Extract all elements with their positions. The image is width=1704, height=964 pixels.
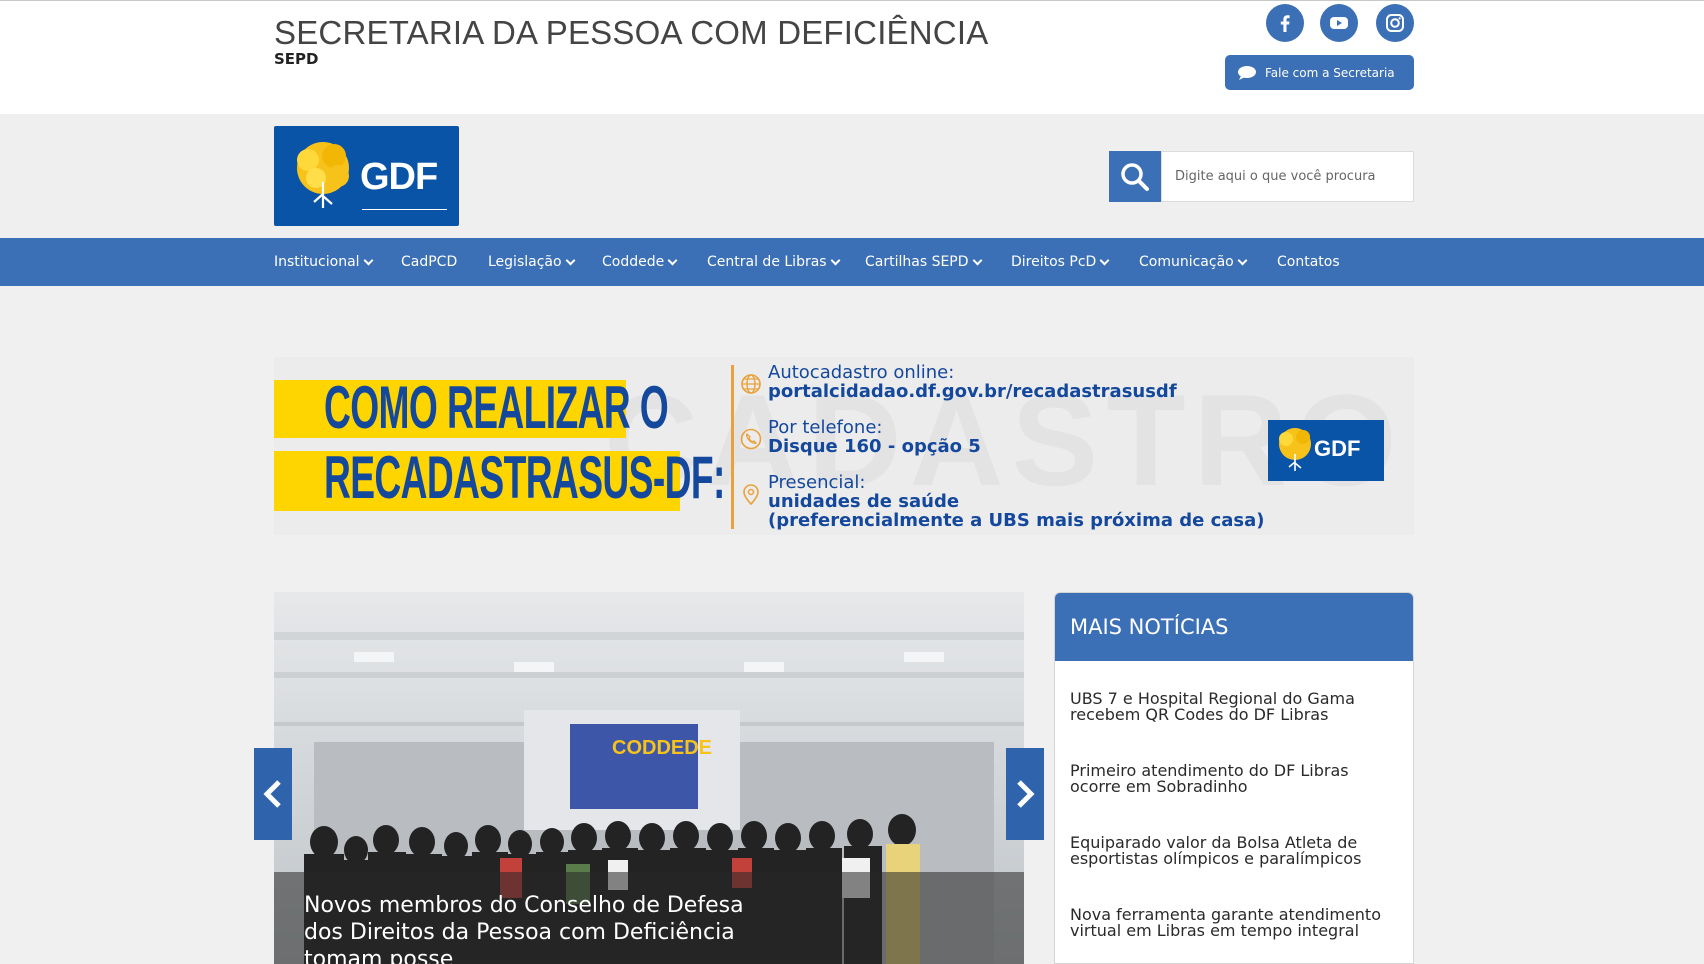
banner-gdf-text: GDF xyxy=(1314,436,1361,461)
nav-item-cartilhas-sepd[interactable]: Cartilhas SEPD xyxy=(865,238,982,286)
chat-bubble-icon xyxy=(1238,65,1256,80)
more-news-header: MAIS NOTÍCIAS xyxy=(1055,593,1413,661)
nav-label: Cartilhas SEPD xyxy=(865,254,969,270)
nav-label: Comunicação xyxy=(1139,254,1234,270)
chevron-down-icon xyxy=(1237,255,1248,265)
presencial-note: (preferencialmente a UBS mais próxima de… xyxy=(768,510,1265,531)
globe-icon xyxy=(741,374,761,394)
phone-value: Disque 160 - opção 5 xyxy=(768,436,981,457)
gdf-logo[interactable]: GDF xyxy=(274,126,459,226)
ipe-tree-icon xyxy=(1279,428,1311,471)
youtube-icon xyxy=(1330,17,1348,29)
logo-underline xyxy=(362,209,447,210)
search-icon xyxy=(1121,162,1149,191)
more-news-panel: MAIS NOTÍCIAS UBS 7 e Hospital Regional … xyxy=(1054,592,1414,964)
nav-label: Central de Libras xyxy=(707,254,827,270)
news-item[interactable]: Equiparado valor da Bolsa Atleta de espo… xyxy=(1070,835,1400,867)
logo-band xyxy=(0,114,1704,238)
chevron-down-icon xyxy=(565,255,576,265)
site-subtitle: SEPD xyxy=(274,50,319,68)
chevron-left-icon xyxy=(263,780,281,808)
chevron-down-icon xyxy=(972,255,982,265)
screen-text: CODDEDE xyxy=(612,737,712,759)
news-item[interactable]: UBS 7 e Hospital Regional do Gama recebe… xyxy=(1070,691,1400,723)
banner-headline-line1: COMO REALIZAR O xyxy=(324,374,669,441)
presencial-label: Presencial: xyxy=(768,472,866,493)
nav-item-legislacao[interactable]: Legislação xyxy=(488,238,576,286)
slider-next-button[interactable] xyxy=(1006,748,1044,840)
location-pin-icon xyxy=(743,484,759,505)
online-value: portalcidadao.df.gov.br/recadastrasusdf xyxy=(768,381,1177,402)
instagram-link[interactable] xyxy=(1376,4,1414,42)
gdf-logo-text: GDF xyxy=(360,156,438,198)
nav-item-central-de-libras[interactable]: Central de Libras xyxy=(707,238,841,286)
nav-label: Institucional xyxy=(274,254,360,270)
phone-label: Por telefone: xyxy=(768,417,883,438)
youtube-link[interactable] xyxy=(1320,4,1358,42)
chevron-down-icon xyxy=(667,255,678,265)
phone-icon xyxy=(740,428,762,450)
news-item[interactable]: Primeiro atendimento do DF Libras ocorre… xyxy=(1070,763,1400,795)
site-title[interactable]: SECRETARIA DA PESSOA COM DEFICIÊNCIA xyxy=(274,14,988,52)
slider-caption[interactable]: Novos membros do Conselho de Defesa dos … xyxy=(304,892,784,964)
chevron-down-icon xyxy=(830,255,841,265)
banner-gdf-logo: GDF xyxy=(1268,420,1384,481)
instagram-icon xyxy=(1386,14,1404,32)
banner-headline-line2: RECADASTRASUS-DF: xyxy=(324,444,725,511)
search-input[interactable] xyxy=(1161,151,1414,202)
online-label: Autocadastro online: xyxy=(768,362,955,383)
slider-prev-button[interactable] xyxy=(254,748,292,840)
presencial-value: unidades de saúde xyxy=(768,491,960,512)
nav-item-contatos[interactable]: Contatos xyxy=(1277,238,1340,286)
chevron-right-icon xyxy=(1017,780,1035,808)
facebook-icon xyxy=(1280,15,1290,33)
facebook-link[interactable] xyxy=(1266,4,1304,42)
recadastrasus-banner[interactable]: CADASTRO COMO REALIZAR O RECADASTRASUS-D… xyxy=(274,357,1414,535)
chevron-down-icon xyxy=(1099,255,1110,265)
banner-divider xyxy=(731,365,734,529)
nav-label: Coddede xyxy=(602,254,665,270)
main-nav: Institucional CadPCD Legislação Coddede … xyxy=(0,238,1704,286)
search-button[interactable] xyxy=(1109,151,1161,202)
nav-item-institucional[interactable]: Institucional xyxy=(274,238,373,286)
ipe-tree-icon xyxy=(297,142,349,208)
chevron-down-icon xyxy=(363,255,373,265)
nav-label: Contatos xyxy=(1277,254,1340,270)
nav-item-coddede[interactable]: Coddede xyxy=(602,238,678,286)
nav-item-cadpcd[interactable]: CadPCD xyxy=(401,238,457,286)
nav-label: CadPCD xyxy=(401,254,458,270)
nav-item-comunicacao[interactable]: Comunicação xyxy=(1139,238,1248,286)
more-news-title: MAIS NOTÍCIAS xyxy=(1070,615,1229,639)
nav-label: Direitos PcD xyxy=(1011,254,1097,270)
nav-label: Legislação xyxy=(488,254,562,270)
nav-item-direitos-pcd[interactable]: Direitos PcD xyxy=(1011,238,1110,286)
contact-secretariat-button[interactable]: Fale com a Secretaria xyxy=(1225,55,1414,90)
news-item[interactable]: Nova ferramenta garante atendimento virt… xyxy=(1070,907,1400,939)
contact-button-label: Fale com a Secretaria xyxy=(1265,65,1395,80)
